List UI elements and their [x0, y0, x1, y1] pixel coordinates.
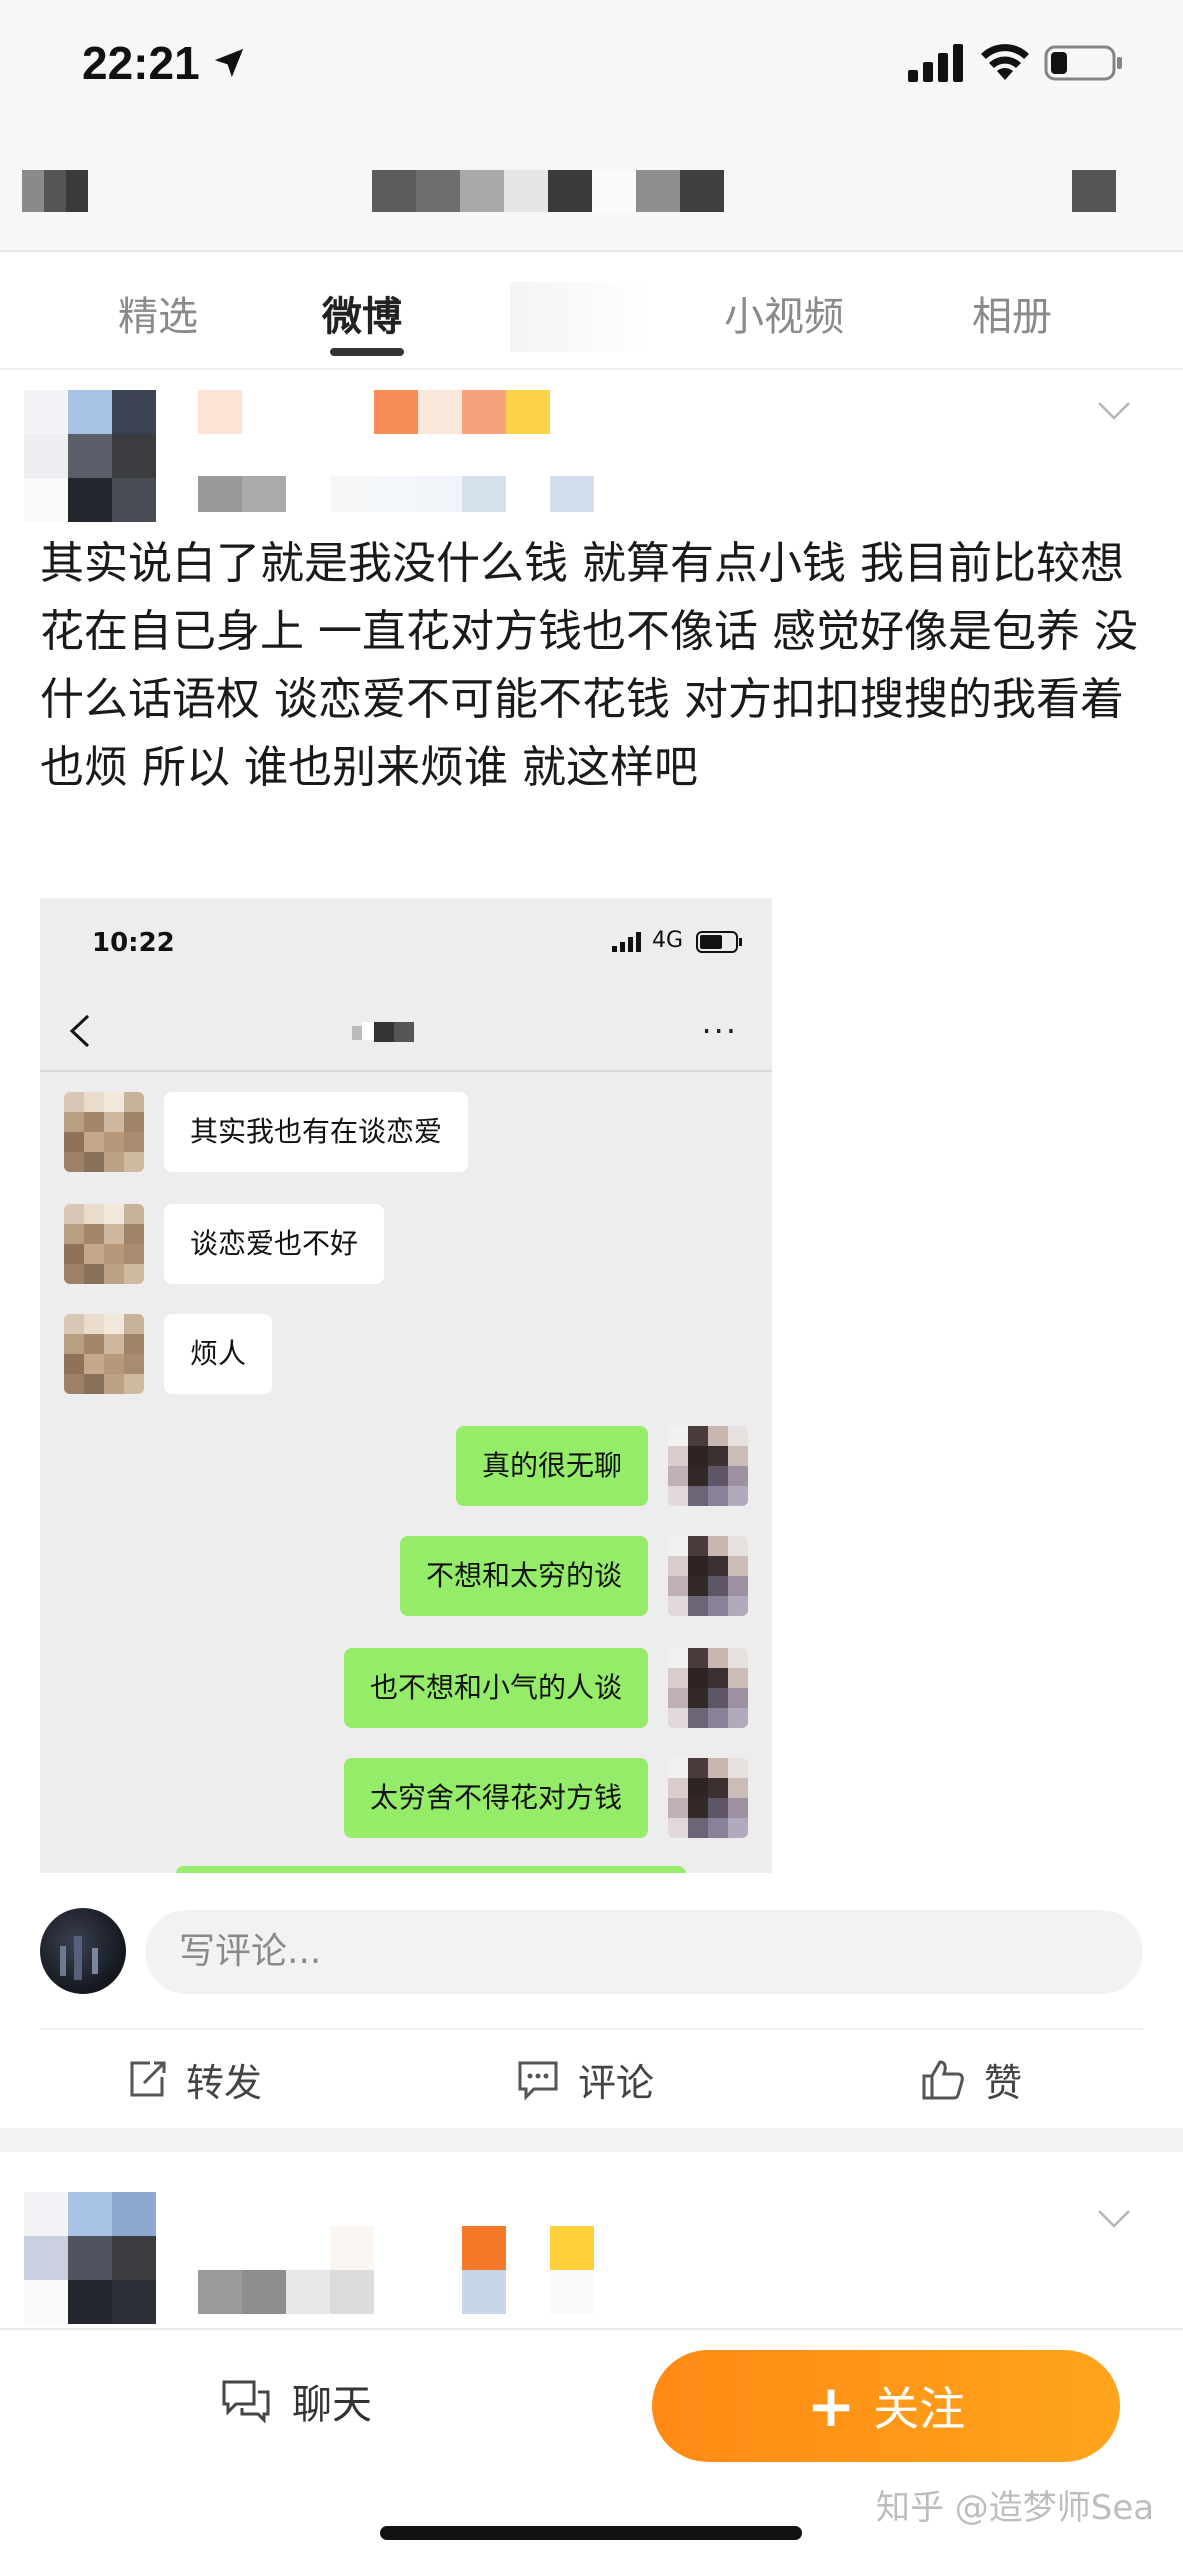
next-post-meta-pixelated — [198, 2270, 594, 2314]
thumbs-up-icon — [922, 2059, 964, 2099]
plus-icon: + — [806, 2372, 856, 2440]
next-post-author-avatar[interactable] — [24, 2192, 156, 2324]
comment-row: 写评论... — [0, 1880, 1183, 2020]
home-indicator[interactable] — [380, 2526, 802, 2540]
profile-header — [0, 130, 1183, 252]
tab-album[interactable]: 相册 — [972, 284, 1052, 342]
my-avatar — [40, 1908, 126, 1994]
tab-weibo[interactable]: 微博 — [322, 284, 402, 342]
image-contact-avatar — [64, 1204, 144, 1284]
image-status-time: 10:22 — [92, 928, 175, 958]
image-incoming-message: 谈恋爱也不好 — [164, 1204, 385, 1284]
follow-button[interactable]: + 关注 — [652, 2350, 1120, 2462]
repost-icon — [130, 2061, 166, 2096]
post-author-row — [0, 372, 1183, 522]
location-arrow-icon — [214, 48, 244, 78]
like-label: 赞 — [984, 2061, 1023, 2105]
active-tab-indicator — [330, 348, 404, 356]
image-chat-nav: ··· — [40, 988, 772, 1072]
chevron-down-icon[interactable] — [1097, 2208, 1131, 2230]
feed-separator — [0, 2128, 1183, 2152]
image-contact-avatar — [64, 1092, 144, 1172]
weibo-profile-screen: 22:21 精选 微博 小视频 相册 其实说白了就是我没什么钱 就算有点小钱 我… — [0, 0, 1183, 2560]
image-more-icon: ··· — [701, 1012, 738, 1050]
more-button-pixelated[interactable] — [1072, 170, 1116, 212]
bottom-action-bar: 聊天 + 关注 知乎 @造梦师Sea — [0, 2328, 1183, 2560]
image-outgoing-message: 不想和太穷的谈 — [399, 1536, 648, 1616]
post-author-name-pixelated[interactable] — [198, 390, 550, 434]
image-signal-icon — [612, 932, 641, 952]
next-post-author-row — [0, 2152, 1183, 2332]
profile-name-pixelated — [372, 170, 724, 212]
image-self-avatar — [668, 1536, 748, 1616]
image-outgoing-message: 真的很无聊 — [455, 1426, 648, 1506]
image-chat-title-pixelated — [352, 1022, 414, 1042]
post-image-chat-screenshot[interactable]: 10:22 4G ··· 其实我也有在谈恋爱 谈恋爱也不好 烦人 真的很无聊 不… — [40, 898, 772, 1873]
comment-icon — [518, 2061, 558, 2101]
post-actions: 转发 评论 赞 — [40, 2028, 1143, 2128]
chat-button[interactable]: 聊天 — [220, 2372, 372, 2430]
image-self-avatar — [668, 1426, 748, 1506]
status-bar: 22:21 — [0, 0, 1183, 130]
zhihu-watermark: 知乎 @造梦师Sea — [876, 2488, 1155, 2528]
image-outgoing-message: 太穷舍不得花对方钱 — [343, 1758, 648, 1838]
post-author-avatar[interactable] — [24, 390, 156, 522]
status-time: 22:21 — [82, 37, 200, 89]
back-button-pixelated[interactable] — [22, 170, 88, 212]
image-outgoing-message: 也不想和小气的人谈 — [343, 1648, 648, 1728]
image-cut-off-bubble — [176, 1866, 686, 1873]
image-battery-icon — [696, 931, 742, 953]
image-status-bar: 10:22 4G — [40, 898, 772, 988]
comment-button[interactable]: 评论 — [516, 2052, 654, 2107]
tab-featured[interactable]: 精选 — [118, 284, 198, 342]
comment-input[interactable]: 写评论... — [145, 1910, 1143, 1994]
image-incoming-message: 其实我也有在谈恋爱 — [164, 1092, 469, 1172]
chevron-down-icon[interactable] — [1097, 400, 1131, 422]
repost-button[interactable]: 转发 — [126, 2052, 262, 2107]
tab-hidden-blurred[interactable] — [510, 282, 650, 352]
post-text: 其实说白了就是我没什么钱 就算有点小钱 我目前比较想花在自已身上 一直花对方钱也… — [40, 538, 1138, 793]
chat-label: 聊天 — [292, 2382, 372, 2428]
image-incoming-message: 烦人 — [164, 1314, 273, 1394]
image-self-avatar — [668, 1758, 748, 1838]
tab-short-video[interactable]: 小视频 — [724, 284, 844, 342]
repost-label: 转发 — [186, 2061, 263, 2105]
battery-icon — [1044, 45, 1122, 81]
image-back-chevron-icon — [69, 1014, 90, 1048]
chat-bubbles-icon — [222, 2380, 270, 2424]
image-self-avatar — [668, 1648, 748, 1728]
follow-label: 关注 — [873, 2382, 966, 2436]
post-meta-pixelated — [198, 476, 594, 512]
image-contact-avatar — [64, 1314, 144, 1394]
image-network-type: 4G — [652, 928, 684, 953]
wifi-icon — [981, 44, 1029, 80]
like-button[interactable]: 赞 — [920, 2052, 1022, 2107]
profile-tabs: 精选 微博 小视频 相册 — [0, 252, 1183, 370]
cellular-signal-icon — [908, 44, 963, 82]
next-post-author-name-pixelated[interactable] — [198, 2226, 594, 2270]
comment-label: 评论 — [578, 2061, 655, 2105]
